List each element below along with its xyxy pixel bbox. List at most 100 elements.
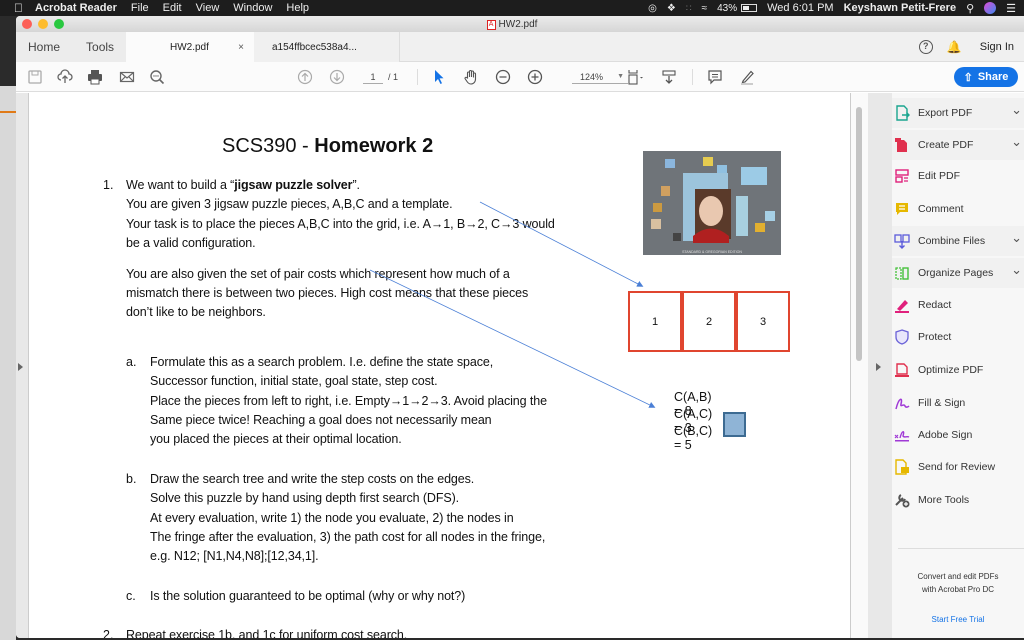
collapse-tools-panel-icon[interactable] [876,363,881,371]
tab-home[interactable]: Home [28,40,60,54]
chevron-down-icon[interactable]: ⌄ [1011,102,1022,118]
tool-optimize-pdf[interactable]: Optimize PDF [892,355,1024,385]
siri-icon[interactable] [984,2,997,14]
toolbar-divider [417,69,418,85]
share-button[interactable]: ⇧ Share [954,67,1018,87]
fill-sign-icon [894,395,910,411]
tool-label: Comment [918,203,964,215]
redact-icon [894,297,910,313]
annotation-arrows [369,201,656,408]
menu-file[interactable]: File [131,2,149,14]
page-fit-icon[interactable] [626,69,644,85]
chevron-down-icon[interactable]: ⌄ [1011,230,1022,246]
next-page-icon[interactable] [328,69,346,85]
desktop-background [0,16,16,640]
tab-label: a154ffbcec538a4... [272,41,357,53]
scrollbar-thumb[interactable] [856,107,862,361]
tool-more-tools[interactable]: More Tools [892,485,1024,515]
tool-label: Create PDF [918,139,974,151]
tab-hw2-pdf[interactable]: HW2.pdf × [126,32,254,62]
promo-line: with Acrobat Pro DC [921,585,995,594]
tool-comment[interactable]: Comment [892,194,1024,224]
zoom-level-dropdown[interactable]: 124% ▼ [572,70,628,84]
zoom-out-icon[interactable] [494,69,512,85]
creative-cloud-icon[interactable]: ◎ [648,3,657,14]
email-icon[interactable] [118,69,136,85]
apple-icon[interactable]:  [14,1,23,15]
tools-panel: Export PDF ⌄ Create PDF ⌄ Edit PDF Comment Com… [892,93,1024,638]
window-title: HW2.pdf [498,19,538,30]
share-icon: ⇧ [963,71,973,84]
previous-page-icon[interactable] [296,69,314,85]
page-number-input[interactable]: 1 [363,70,383,84]
upload-cloud-icon[interactable] [56,69,74,85]
pdf-file-icon: A [486,20,496,30]
clock[interactable]: Wed 6:01 PM [767,2,833,14]
highlight-pen-icon[interactable] [738,69,756,85]
comment-icon [894,201,910,217]
scrolling-mode-icon[interactable] [660,69,678,85]
combine-files-icon [894,233,910,249]
tools-divider [898,548,1024,549]
dropbox-icon[interactable]: ❖ [667,3,676,14]
user-name[interactable]: Keyshawn Petit-Frere [844,2,956,14]
notifications-bell-icon[interactable]: 🔔 [947,40,962,54]
menu-view[interactable]: View [196,2,220,14]
menu-app-name[interactable]: Acrobat Reader [35,2,117,14]
close-window-button[interactable] [22,19,32,29]
print-icon[interactable] [86,69,104,85]
start-free-trial-link[interactable]: Start Free Trial [892,615,1024,624]
chevron-down-icon[interactable]: ⌄ [1011,134,1022,150]
tool-label: Combine Files [918,235,986,247]
tool-organize-pages[interactable]: Organize Pages ⌄ [892,258,1024,288]
tool-label: Edit PDF [918,170,961,182]
tool-label: Adobe Sign [918,429,973,441]
background-accent-line [0,111,16,113]
tool-label: Export PDF [918,107,973,119]
zoom-window-button[interactable] [54,19,64,29]
tool-label: Optimize PDF [918,364,984,376]
wifi-icon[interactable]: ≈ [702,3,708,14]
zoom-in-icon[interactable] [526,69,544,85]
notification-center-icon[interactable]: ☰ [1006,2,1016,15]
search-icon[interactable] [148,69,166,85]
tool-redact[interactable]: Redact [892,290,1024,320]
close-tab-icon[interactable]: × [238,42,244,53]
tool-combine-files[interactable]: Combine Files ⌄ [892,226,1024,256]
tool-create-pdf[interactable]: Create PDF ⌄ [892,130,1024,160]
tool-send-for-review[interactable]: Send for Review [892,452,1024,482]
minimize-window-button[interactable] [38,19,48,29]
tab-other-document[interactable]: a154ffbcec538a4... [254,32,400,62]
left-panel-toggle[interactable] [16,93,29,638]
select-pointer-icon[interactable] [430,69,448,85]
right-panel-toggle[interactable] [868,93,892,638]
title-bar[interactable]: A HW2.pdf [16,16,1024,32]
send-for-review-icon [894,459,910,475]
tool-label: More Tools [918,494,970,506]
hand-tool-icon[interactable] [462,69,480,85]
sign-in-link[interactable]: Sign In [980,41,1014,53]
tool-edit-pdf[interactable]: Edit PDF [892,161,1024,191]
protect-icon [894,329,910,345]
help-icon[interactable]: ? [918,40,933,54]
page-total: / 1 [388,72,399,82]
bluetooth-icon[interactable]: ∷ [686,3,692,14]
pdf-page[interactable]: SCS390 - Homework 2 1. We want to build … [30,93,850,638]
menu-help[interactable]: Help [286,2,309,14]
battery-icon[interactable] [741,4,758,12]
tool-export-pdf[interactable]: Export PDF ⌄ [892,98,1024,128]
save-icon[interactable] [26,69,44,85]
tool-protect[interactable]: Protect [892,322,1024,352]
tool-fill-sign[interactable]: Fill & Sign [892,388,1024,418]
menu-window[interactable]: Window [233,2,272,14]
tool-adobe-sign[interactable]: Adobe Sign [892,420,1024,450]
expand-left-panel-icon[interactable] [18,363,23,371]
vertical-scrollbar[interactable] [850,93,868,638]
tab-tools[interactable]: Tools [86,40,114,54]
chevron-down-icon[interactable]: ⌄ [1011,262,1022,278]
spotlight-search-icon[interactable]: ⚲ [966,2,974,15]
menu-edit[interactable]: Edit [163,2,182,14]
optimize-pdf-icon [894,362,910,378]
share-label: Share [977,71,1009,83]
comment-tool-icon[interactable] [706,69,724,85]
